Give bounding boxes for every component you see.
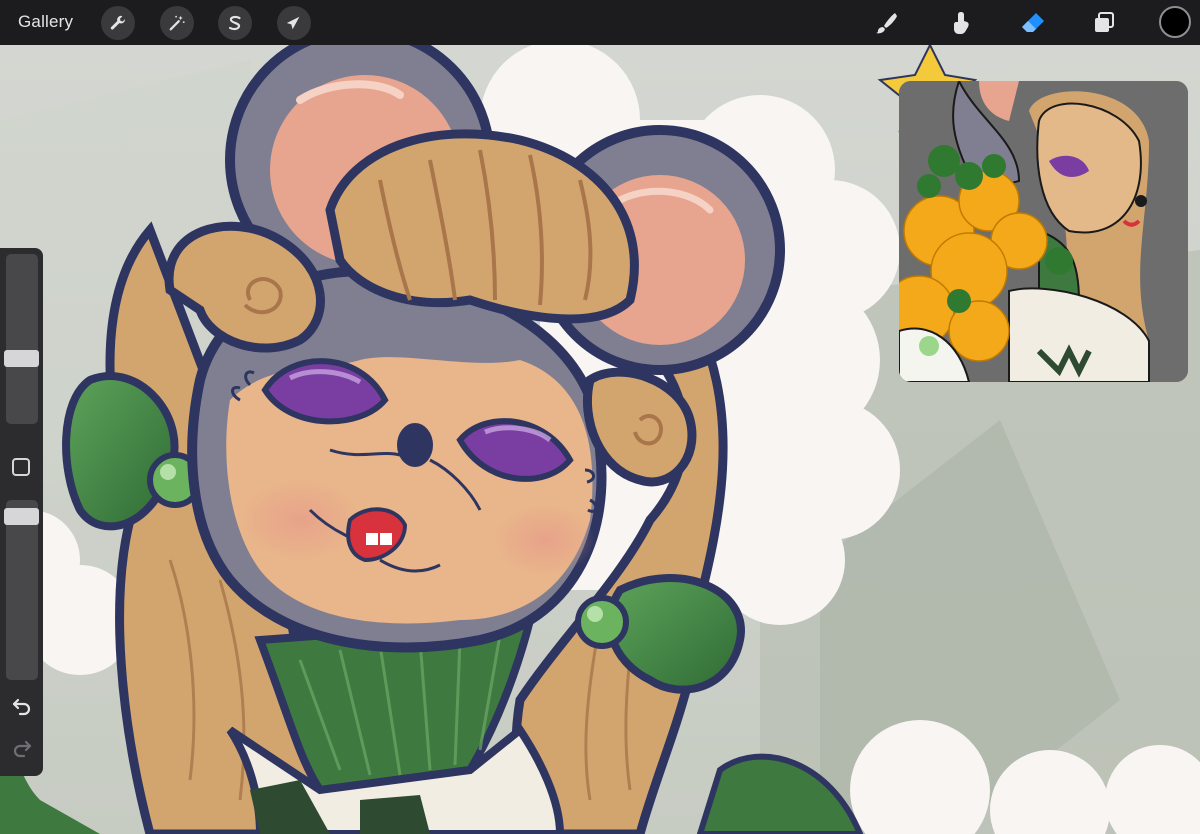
layers-button[interactable] xyxy=(1087,6,1121,40)
selection-s-icon xyxy=(228,15,241,31)
modify-square-button[interactable] xyxy=(12,458,30,476)
brush-sidebar xyxy=(0,248,43,776)
brush-icon xyxy=(876,13,897,34)
wrench-icon xyxy=(110,15,126,30)
eraser-button[interactable] xyxy=(1016,6,1050,40)
reference-image xyxy=(899,81,1188,382)
undo-button[interactable] xyxy=(8,694,36,718)
actions-button[interactable] xyxy=(101,6,135,40)
selection-button[interactable] xyxy=(218,6,252,40)
transform-button[interactable] xyxy=(277,6,311,40)
layers-icon xyxy=(1095,12,1114,32)
undo-icon xyxy=(12,698,31,716)
brush-size-slider[interactable] xyxy=(6,254,38,424)
brush-opacity-slider[interactable] xyxy=(6,500,38,680)
magic-wand-icon xyxy=(169,15,185,31)
brush-size-handle[interactable] xyxy=(4,350,39,367)
smudge-button[interactable] xyxy=(944,6,978,40)
redo-button[interactable] xyxy=(8,736,36,760)
reference-window[interactable] xyxy=(899,81,1188,382)
adjustments-button[interactable] xyxy=(160,6,194,40)
smudge-icon xyxy=(954,12,969,34)
arrow-cursor-icon xyxy=(286,16,300,30)
brush-opacity-handle[interactable] xyxy=(4,508,39,525)
brush-button[interactable] xyxy=(869,6,903,40)
eraser-icon xyxy=(1022,13,1044,32)
top-toolbar: Gallery xyxy=(0,0,1200,45)
gallery-button[interactable]: Gallery xyxy=(18,12,73,32)
redo-icon xyxy=(13,740,32,758)
color-picker-button[interactable] xyxy=(1159,6,1191,38)
